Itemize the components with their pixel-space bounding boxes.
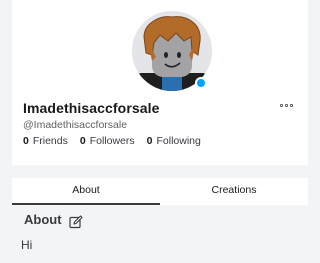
tab-about[interactable]: About xyxy=(12,178,160,207)
friends-stat[interactable]: 0 Friends xyxy=(23,135,68,147)
more-options-icon[interactable] xyxy=(278,101,294,109)
online-status-indicator xyxy=(195,77,207,89)
avatar-container[interactable] xyxy=(132,11,212,91)
followers-stat[interactable]: 0 Followers xyxy=(80,135,135,147)
tab-creations[interactable]: Creations xyxy=(160,178,308,205)
friends-label: Friends xyxy=(32,135,68,147)
profile-stats: 0 Friends 0 Followers 0 Following xyxy=(23,135,201,147)
following-label: Following xyxy=(156,135,201,147)
profile-tabs: About Creations xyxy=(12,178,308,207)
more-dot xyxy=(284,103,288,107)
more-dot xyxy=(279,103,283,107)
more-dot xyxy=(289,103,293,107)
friends-count: 0 xyxy=(23,135,29,147)
about-title: About xyxy=(24,212,62,227)
following-stat[interactable]: 0 Following xyxy=(147,135,201,147)
following-count: 0 xyxy=(146,135,153,147)
edit-icon[interactable] xyxy=(69,215,83,229)
display-name: Imadethisaccforsale xyxy=(23,100,160,116)
about-section: About Hi xyxy=(12,205,308,263)
about-text: Hi xyxy=(21,238,33,252)
followers-count: 0 xyxy=(79,135,86,147)
followers-label: Followers xyxy=(89,135,135,147)
username: @Imadethisaccforsale xyxy=(23,119,128,131)
profile-header: Imadethisaccforsale @Imadethisaccforsale… xyxy=(12,0,308,165)
